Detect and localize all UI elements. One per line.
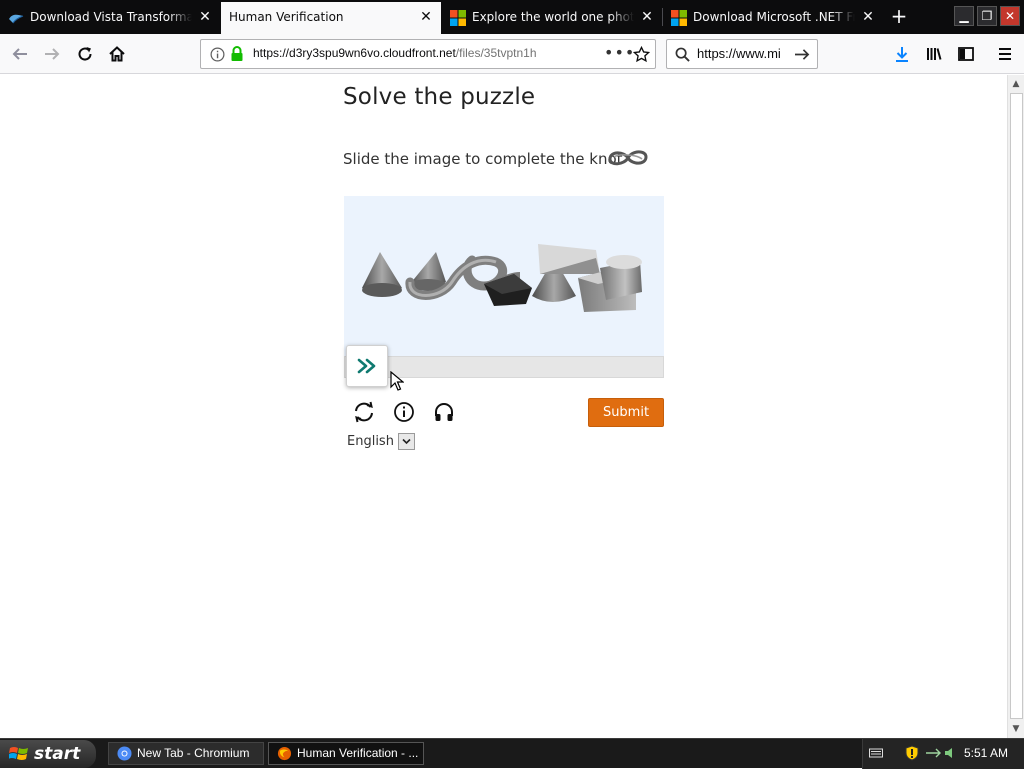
taskbar-item-label: New Tab - Chromium bbox=[137, 746, 250, 760]
cone-shape bbox=[410, 252, 446, 291]
bookmark-star-icon[interactable] bbox=[633, 46, 650, 63]
vista-logo-icon bbox=[9, 14, 24, 24]
sidebar-button[interactable] bbox=[952, 40, 980, 68]
back-button[interactable] bbox=[6, 40, 34, 68]
taskbar-item-human-verification[interactable]: Human Verification - ... bbox=[268, 742, 424, 765]
downloads-button[interactable] bbox=[888, 40, 916, 68]
puzzle-info-button[interactable] bbox=[391, 399, 417, 425]
puzzle-heading: Solve the puzzle bbox=[343, 84, 536, 110]
start-button[interactable]: start bbox=[0, 740, 96, 768]
windows-logo-icon bbox=[9, 747, 28, 760]
submit-button[interactable]: Submit bbox=[588, 398, 664, 427]
info-icon bbox=[394, 402, 414, 422]
security-shield-icon[interactable] bbox=[905, 745, 919, 761]
clock: 5:51 AM bbox=[963, 746, 1008, 760]
tab-vista-transformation[interactable]: Download Vista Transformation Pack ✕ bbox=[0, 2, 220, 34]
tab-title: Explore the world one photo at a time bbox=[472, 10, 634, 24]
network-icon[interactable] bbox=[925, 747, 941, 759]
tab-title: Download Microsoft .NET Framework bbox=[693, 10, 855, 24]
microsoft-logo-icon bbox=[671, 10, 687, 26]
tab-dotnet-download[interactable]: Download Microsoft .NET Framework ✕ bbox=[663, 2, 883, 34]
info-icon[interactable] bbox=[210, 47, 225, 62]
tab-human-verification[interactable]: Human Verification ✕ bbox=[221, 2, 441, 34]
taskbar: start New Tab - Chromium Human Verificat… bbox=[0, 738, 1024, 769]
audio-challenge-button[interactable] bbox=[431, 399, 457, 425]
navigation-toolbar: https://d3ry3spu9wn6vo.cloudfront.net/fi… bbox=[0, 34, 1024, 74]
slider-handle[interactable] bbox=[346, 345, 388, 387]
url-path: /files/35tvptn1h bbox=[455, 46, 537, 60]
tab-strip: Download Vista Transformation Pack ✕ Hum… bbox=[0, 0, 1024, 34]
go-arrow-icon[interactable] bbox=[794, 47, 811, 62]
refresh-puzzle-button[interactable] bbox=[351, 399, 377, 425]
download-icon bbox=[896, 47, 908, 62]
scroll-up-arrow[interactable]: ▲ bbox=[1008, 76, 1024, 92]
tab-explore-world[interactable]: Explore the world one photo at a time ✕ bbox=[442, 2, 662, 34]
close-tab-icon[interactable]: ✕ bbox=[198, 2, 212, 32]
search-icon bbox=[675, 47, 690, 62]
puzzle-image bbox=[344, 196, 664, 356]
hamburger-menu-icon bbox=[999, 48, 1011, 60]
headphones-icon bbox=[435, 403, 453, 421]
mouse-cursor-icon bbox=[390, 371, 404, 391]
tab-title: Download Vista Transformation Pack bbox=[30, 10, 192, 24]
arrow-right-icon bbox=[45, 48, 60, 60]
taskbar-item-chromium[interactable]: New Tab - Chromium bbox=[108, 742, 264, 765]
cone-shape bbox=[362, 252, 402, 297]
puzzle-shapes bbox=[362, 244, 642, 312]
url-host: https://d3ry3spu9wn6vo.cloudfront.net bbox=[253, 46, 456, 60]
reload-button[interactable] bbox=[71, 40, 99, 68]
volume-icon[interactable] bbox=[943, 746, 957, 760]
tab-title: Human Verification bbox=[229, 10, 344, 24]
search-input-value: https://www.mi bbox=[697, 46, 781, 61]
library-icon bbox=[927, 48, 942, 60]
keyboard-icon[interactable] bbox=[869, 747, 883, 759]
library-button[interactable] bbox=[920, 40, 948, 68]
minimize-button[interactable]: ▁ bbox=[954, 6, 974, 26]
restore-button[interactable]: ❐ bbox=[977, 6, 997, 26]
scroll-down-arrow[interactable]: ▼ bbox=[1008, 721, 1024, 737]
search-bar[interactable]: https://www.mi bbox=[666, 39, 818, 69]
cylinder-shape bbox=[600, 255, 642, 300]
start-label: start bbox=[34, 744, 81, 764]
menu-button[interactable] bbox=[991, 40, 1019, 68]
puzzle-instruction: Slide the image to complete the knot bbox=[343, 150, 623, 168]
vertical-scrollbar[interactable]: ▲ ▼ bbox=[1007, 75, 1024, 738]
close-tab-icon[interactable]: ✕ bbox=[861, 2, 875, 32]
chevron-down-icon bbox=[402, 438, 411, 445]
refresh-icon bbox=[355, 401, 373, 423]
language-dropdown-button[interactable] bbox=[398, 433, 415, 450]
box-shape bbox=[484, 274, 532, 306]
scrollbar-thumb[interactable] bbox=[1010, 93, 1023, 719]
system-tray: 5:51 AM bbox=[862, 739, 1024, 769]
window-close-button[interactable]: ✕ bbox=[1000, 6, 1020, 26]
page-actions-icon[interactable]: ••• bbox=[604, 43, 635, 62]
sidebar-icon bbox=[958, 47, 974, 61]
chromium-icon bbox=[117, 746, 132, 761]
knot-icon bbox=[608, 150, 648, 166]
close-tab-icon[interactable]: ✕ bbox=[419, 2, 433, 32]
home-button[interactable] bbox=[103, 40, 131, 68]
taskbar-item-label: Human Verification - ... bbox=[297, 746, 419, 760]
close-tab-icon[interactable]: ✕ bbox=[640, 2, 654, 32]
forward-button[interactable] bbox=[38, 40, 66, 68]
url-bar[interactable]: https://d3ry3spu9wn6vo.cloudfront.net/fi… bbox=[200, 39, 656, 69]
arrow-left-icon bbox=[12, 48, 27, 60]
home-icon bbox=[109, 46, 125, 62]
firefox-icon bbox=[277, 746, 292, 761]
microsoft-logo-icon bbox=[450, 10, 466, 26]
url-text: https://d3ry3spu9wn6vo.cloudfront.net/fi… bbox=[253, 46, 575, 60]
double-chevron-right-icon bbox=[357, 358, 376, 374]
lock-icon[interactable] bbox=[230, 46, 244, 62]
new-tab-button[interactable]: + bbox=[884, 2, 914, 32]
language-select-value[interactable]: English bbox=[347, 434, 394, 449]
page-content: Solve the puzzle Slide the image to comp… bbox=[0, 75, 1007, 738]
reload-icon bbox=[78, 47, 92, 61]
